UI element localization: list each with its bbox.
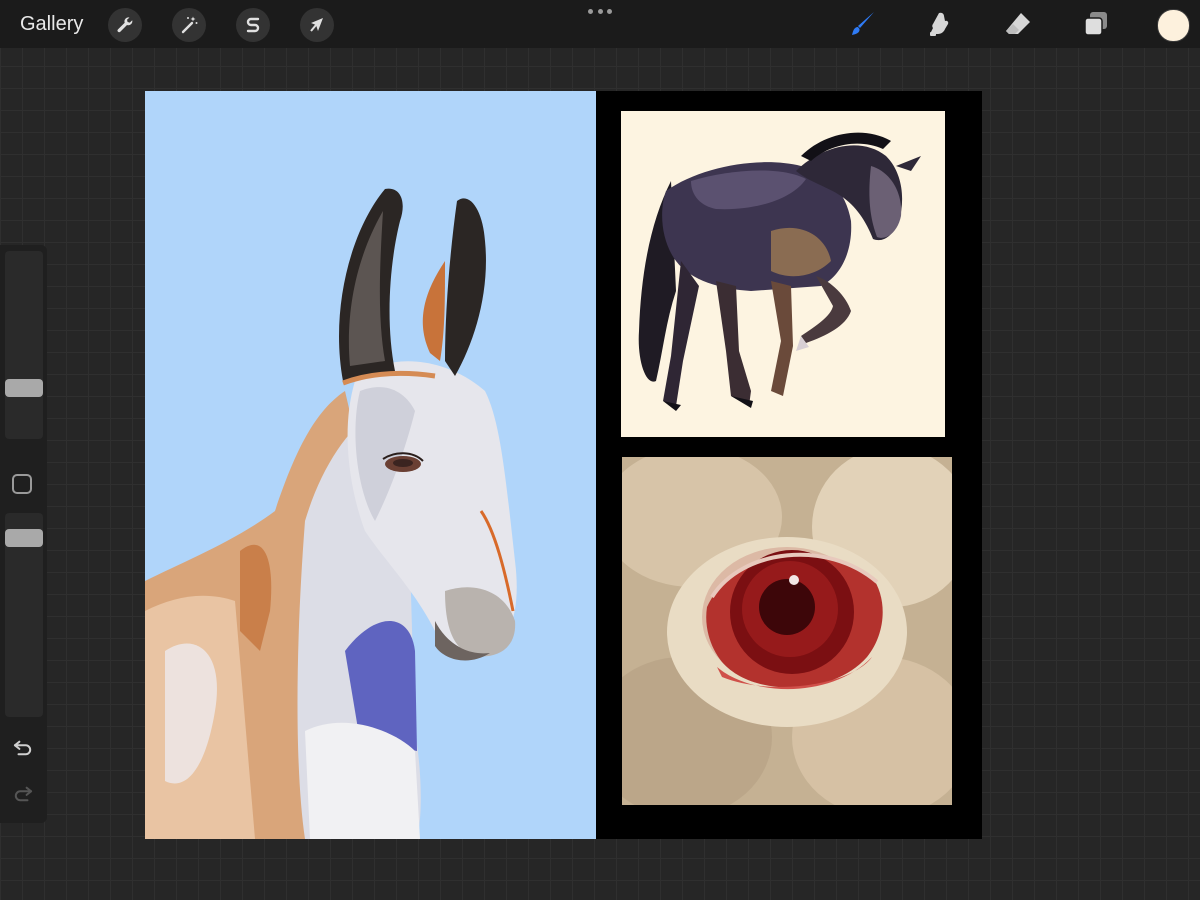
- opacity-slider[interactable]: [5, 513, 43, 717]
- adjustments-button[interactable]: [172, 8, 206, 42]
- transform-button[interactable]: [300, 8, 334, 42]
- gallery-button[interactable]: Gallery: [20, 12, 83, 36]
- top-toolbar: Gallery: [0, 0, 1200, 48]
- opacity-thumb[interactable]: [5, 529, 43, 547]
- selection-button[interactable]: [236, 8, 270, 42]
- eraser-tool-button[interactable]: [1001, 7, 1035, 41]
- more-options-button[interactable]: [588, 6, 612, 16]
- dot-icon: [597, 8, 603, 14]
- left-sidebar: [0, 245, 47, 823]
- eraser-icon: [1006, 13, 1030, 34]
- layers-button[interactable]: [1079, 7, 1113, 41]
- brush-tool-button[interactable]: [845, 7, 879, 41]
- undo-icon: [13, 740, 32, 756]
- donkey-illustration: [145, 188, 517, 839]
- horse-painting: [621, 111, 945, 437]
- undo-button[interactable]: [10, 737, 36, 759]
- arrow-cursor-icon: [310, 18, 323, 32]
- dot-icon: [588, 8, 593, 14]
- eye-painting: [622, 457, 952, 805]
- smudge-tool-button[interactable]: [923, 7, 957, 41]
- selection-s-icon: [246, 17, 260, 33]
- brush-icon: [852, 12, 874, 35]
- dot-icon: [607, 8, 612, 14]
- redo-button[interactable]: [10, 783, 36, 805]
- smudge-icon: [930, 12, 949, 36]
- horse-illustration: [638, 132, 921, 411]
- modify-square-icon[interactable]: [12, 474, 32, 494]
- donkey-painting: [145, 91, 596, 839]
- canvas-workspace[interactable]: Gallery: [0, 0, 1200, 900]
- brush-size-slider[interactable]: [5, 251, 43, 439]
- wrench-icon: [117, 17, 133, 33]
- redo-icon: [14, 786, 33, 802]
- brush-size-thumb[interactable]: [5, 379, 43, 397]
- actions-button[interactable]: [108, 8, 142, 42]
- color-picker-button[interactable]: [1157, 9, 1190, 42]
- layers-icon: [1084, 12, 1107, 36]
- magic-wand-icon: [181, 16, 198, 34]
- artwork-canvas[interactable]: [145, 91, 982, 839]
- eye-illustration: [622, 457, 952, 805]
